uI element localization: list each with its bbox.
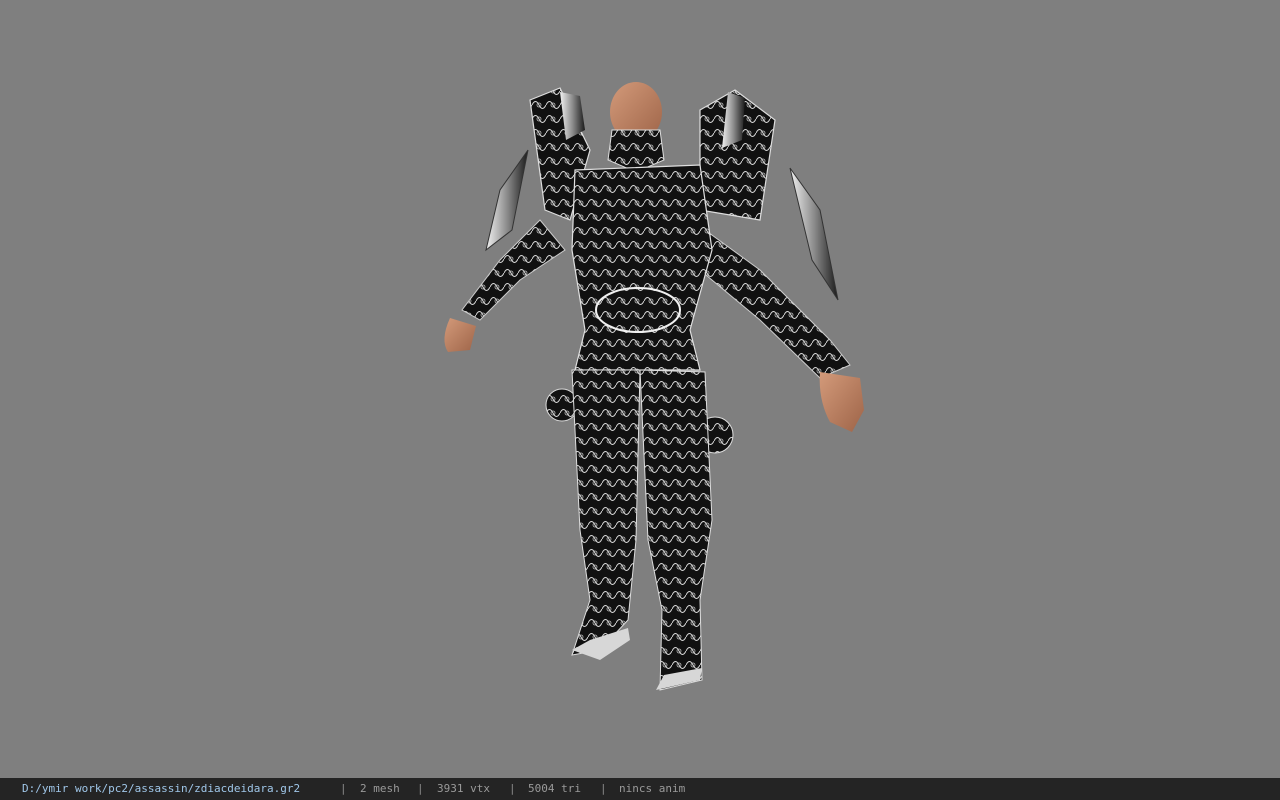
status-separator: | [417,782,424,795]
model-head [607,82,665,173]
3d-viewport[interactable] [0,0,1280,778]
status-vertex-count: 3931 vtx [437,782,490,795]
status-separator: | [600,782,607,795]
status-bar: D:/ymir work/pc2/assassin/zdiacdeidara.g… [0,778,1280,800]
status-separator: | [340,782,347,795]
model-legs [571,369,713,691]
character-model[interactable] [0,0,1280,778]
status-separator: | [509,782,516,795]
status-file-path: D:/ymir work/pc2/assassin/zdiacdeidara.g… [22,782,301,795]
status-mesh-count: 2 mesh [360,782,400,795]
status-animation: nincs anim [619,782,686,795]
status-triangle-count: 5004 tri [528,782,581,795]
